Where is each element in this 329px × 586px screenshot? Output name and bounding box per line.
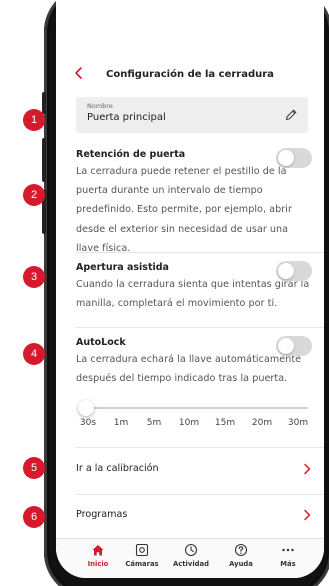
autolock-toggle[interactable] (276, 336, 312, 356)
more-icon (282, 548, 294, 552)
autolock-time-slider[interactable] (78, 400, 308, 416)
name-field-value: Puerta principal (87, 112, 166, 123)
slider-track (78, 407, 308, 409)
name-field[interactable]: Nombre Puerta principal (76, 97, 308, 133)
bottom-nav: Inicio Cámaras Actividad Ayuda Más (56, 538, 324, 578)
slider-tick: 10m (178, 418, 200, 428)
setting-description: Cuando la cerradura sienta que intentas … (76, 279, 310, 310)
nav-label: Actividad (173, 560, 209, 568)
slider-tick-labels: 30s 1m 5m 10m 15m 20m 30m (74, 418, 314, 430)
setting-autolock: AutoLock La cerradura echará la llave au… (76, 336, 312, 388)
slider-tick: 15m (214, 418, 236, 428)
setting-assisted-opening: Apertura asistida Cuando la cerradura si… (76, 261, 312, 313)
chevron-right-icon (304, 509, 311, 521)
slider-tick: 20m (251, 418, 273, 428)
name-field-label: Nombre (87, 102, 113, 110)
slider-tick: 30m (287, 418, 309, 428)
divider (76, 327, 324, 328)
toggle-knob (278, 338, 294, 354)
divider (76, 494, 324, 495)
nav-item-help[interactable]: Ayuda (217, 543, 265, 568)
nav-label: Inicio (87, 560, 109, 568)
link-label: Programas (76, 509, 128, 520)
callout-badge-1: 1 (23, 109, 45, 131)
callout-badge-3: 3 (23, 266, 45, 288)
app-screen: Configuración de la cerradura Nombre Pue… (56, 0, 324, 578)
divider (76, 447, 324, 448)
assisted-opening-toggle[interactable] (276, 261, 312, 281)
divider (76, 252, 324, 253)
calibration-link[interactable]: Ir a la calibración (76, 460, 316, 480)
toggle-knob (278, 263, 294, 279)
callout-badge-4: 4 (23, 343, 45, 365)
slider-tick: 5m (146, 418, 162, 428)
setting-description: La cerradura puede retener el pestillo d… (76, 166, 292, 254)
phone-side-button (42, 92, 46, 114)
pencil-icon[interactable] (284, 108, 298, 122)
slider-tick: 30s (79, 418, 97, 428)
camera-icon (135, 543, 149, 557)
toggle-knob (278, 150, 294, 166)
phone-side-button (42, 138, 46, 182)
nav-label: Cámaras (125, 560, 159, 568)
header: Configuración de la cerradura (56, 62, 324, 88)
setting-door-hold: Retención de puerta La cerradura puede r… (76, 148, 312, 258)
callout-badge-2: 2 (23, 184, 45, 206)
help-icon (234, 543, 248, 557)
nav-item-activity[interactable]: Actividad (167, 543, 215, 568)
slider-thumb[interactable] (78, 400, 94, 416)
programs-link[interactable]: Programas (76, 506, 316, 526)
page-title: Configuración de la cerradura (106, 69, 274, 80)
nav-item-cameras[interactable]: Cámaras (118, 543, 166, 568)
nav-item-home[interactable]: Inicio (74, 543, 122, 568)
slider-tick: 1m (113, 418, 129, 428)
callout-badge-6: 6 (23, 506, 45, 528)
home-icon (92, 545, 104, 556)
door-hold-toggle[interactable] (276, 148, 312, 168)
nav-item-more[interactable]: Más (264, 543, 312, 568)
nav-label: Más (280, 560, 296, 568)
link-label: Ir a la calibración (76, 463, 159, 474)
clock-icon (184, 543, 198, 557)
nav-label: Ayuda (229, 560, 253, 568)
callout-badge-5: 5 (23, 457, 45, 479)
chevron-right-icon (304, 463, 311, 475)
setting-description: La cerradura echará la llave automáticam… (76, 354, 302, 385)
